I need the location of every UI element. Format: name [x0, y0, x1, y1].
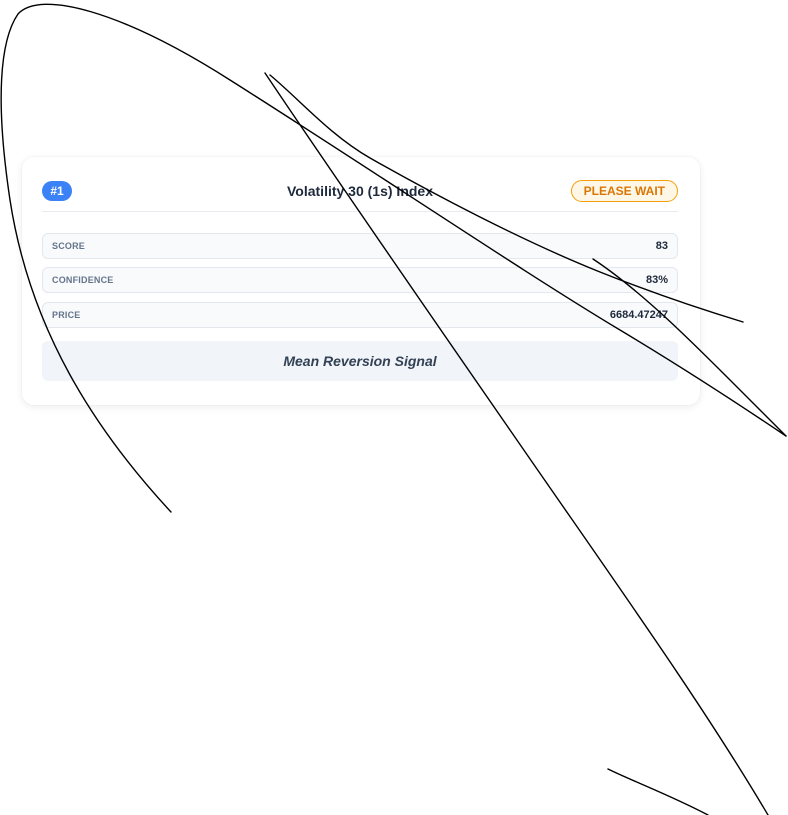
signal-card[interactable]: #1 Volatility 30 (1s) Index PLEASE WAIT … [22, 157, 700, 405]
metric-row-score: SCORE 83 [42, 233, 678, 259]
metric-row-price: PRICE 6684.47247 [42, 302, 678, 328]
metric-value: 83% [645, 274, 668, 286]
metric-value: 83 [655, 240, 668, 252]
metric-value: 6684.47247 [609, 309, 668, 321]
status-badge: PLEASE WAIT [570, 180, 678, 202]
card-header: #1 Volatility 30 (1s) Index PLEASE WAIT [42, 175, 678, 212]
metric-label: CONFIDENCE [52, 275, 114, 285]
page: #1 Volatility 30 (1s) Index PLEASE WAIT … [0, 0, 788, 815]
metric-label: PRICE [52, 310, 81, 320]
metric-row-confidence: CONFIDENCE 83% [42, 267, 678, 293]
metric-label: SCORE [52, 241, 86, 251]
scribble-stroke [607, 768, 709, 815]
pen-scribble-overlay [0, 3, 787, 815]
signal-bar: Mean Reversion Signal [42, 341, 678, 381]
